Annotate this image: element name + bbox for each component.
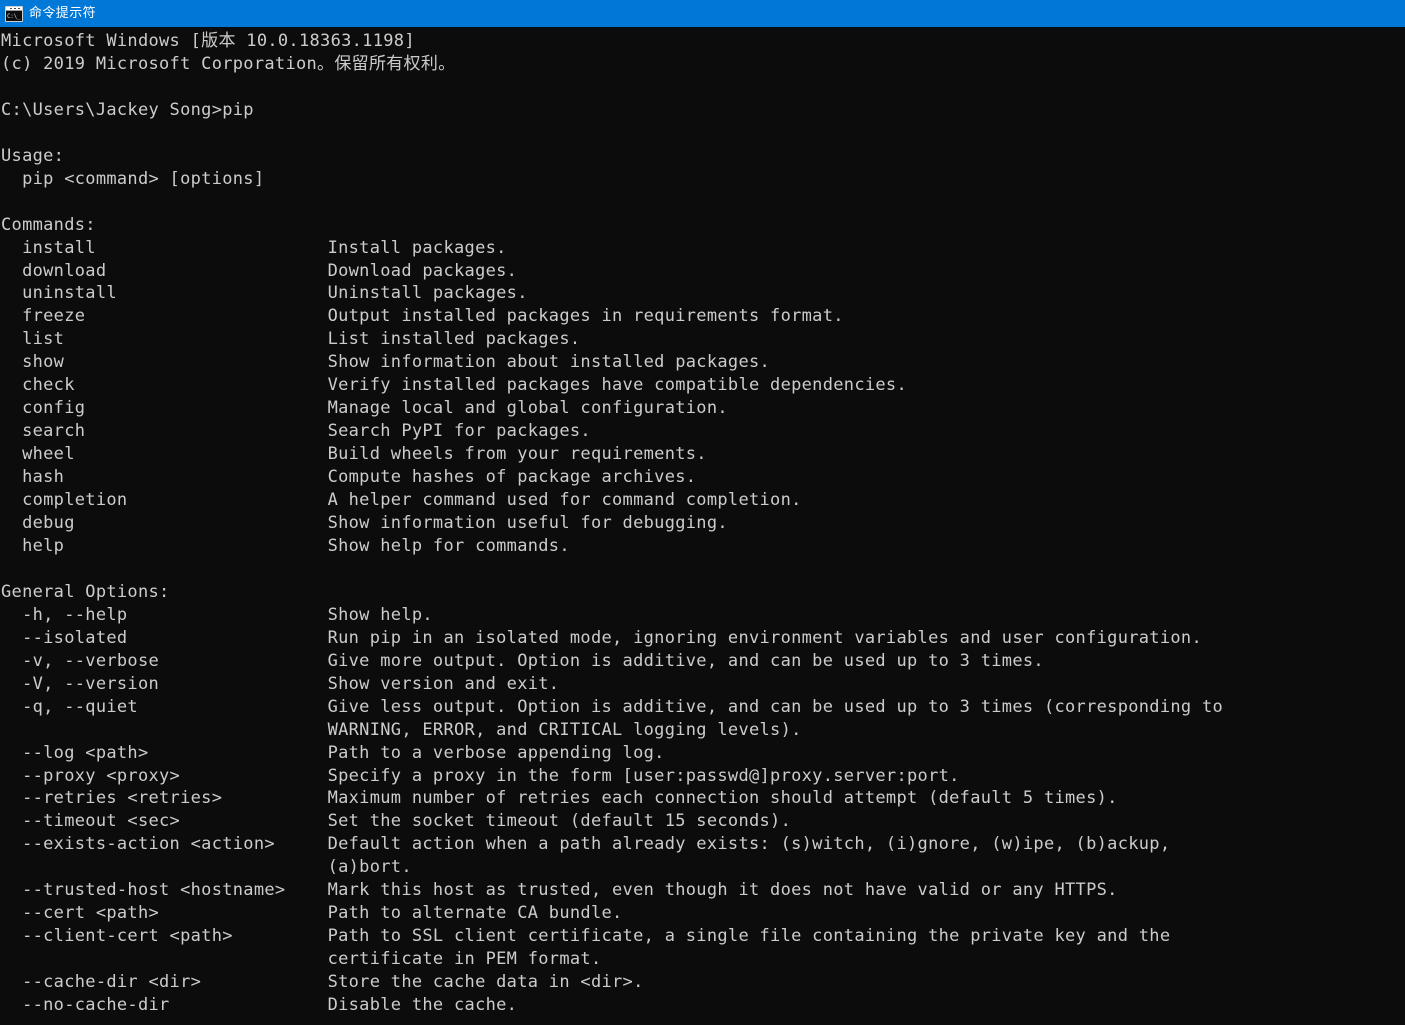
command-prompt-icon[interactable]: C:\_	[5, 5, 23, 22]
console-output-area[interactable]: Microsoft Windows [版本 10.0.18363.1198] (…	[0, 27, 1405, 1025]
titlebar-icon-glyph: C:\_	[6, 10, 22, 21]
window-titlebar[interactable]: C:\_ 命令提示符	[0, 0, 1405, 27]
console-text: Microsoft Windows [版本 10.0.18363.1198] (…	[1, 31, 1224, 1016]
window-title: 命令提示符	[29, 6, 97, 21]
